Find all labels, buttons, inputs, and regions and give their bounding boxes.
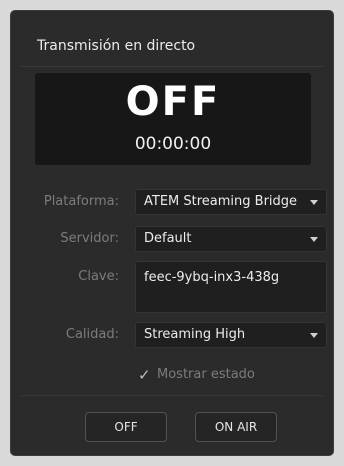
server-dropdown[interactable]: Default — [135, 226, 327, 252]
quality-dropdown[interactable]: Streaming High — [135, 322, 327, 348]
platform-dropdown[interactable]: ATEM Streaming Bridge — [135, 189, 327, 215]
key-input[interactable]: feec-9ybq-inx3-438g — [135, 261, 327, 313]
show-status-label: Mostrar estado — [157, 367, 255, 382]
platform-value: ATEM Streaming Bridge — [144, 194, 298, 209]
chevron-down-icon — [310, 333, 318, 338]
quality-value: Streaming High — [144, 327, 246, 342]
stream-status-text: OFF — [125, 79, 221, 125]
title-divider — [21, 66, 323, 67]
platform-label: Plataforma: — [43, 194, 119, 209]
on-air-button[interactable]: ON AIR — [195, 412, 277, 442]
server-value: Default — [144, 231, 192, 246]
stream-timer: 00:00:00 — [134, 134, 212, 154]
chevron-down-icon — [310, 237, 318, 242]
off-button[interactable]: OFF — [85, 412, 167, 442]
live-stream-panel: Transmisión en directo OFF 00:00:00 Plat… — [10, 10, 334, 456]
checkmark-icon: ✓ — [138, 366, 151, 384]
chevron-down-icon — [310, 200, 318, 205]
server-label: Servidor: — [60, 231, 119, 246]
stream-status-display: OFF 00:00:00 — [35, 73, 311, 165]
quality-label: Calidad: — [65, 327, 119, 342]
key-value: feec-9ybq-inx3-438g — [144, 270, 280, 285]
footer-divider — [21, 395, 323, 396]
key-label: Clave: — [78, 269, 119, 284]
panel-title: Transmisión en directo — [37, 38, 196, 54]
